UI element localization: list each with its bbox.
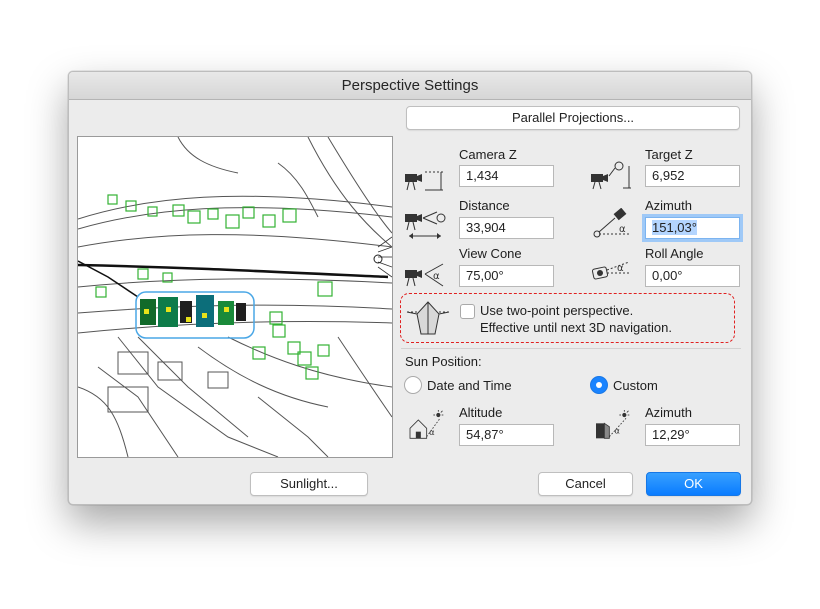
date-time-radio[interactable] <box>404 376 422 394</box>
roll-angle-field[interactable]: 0,00° <box>645 265 740 287</box>
svg-text:α: α <box>429 427 435 437</box>
altitude-field[interactable]: 54,87° <box>459 424 554 446</box>
sunlight-button[interactable]: Sunlight... <box>250 472 368 496</box>
sun-azimuth-label: Azimuth <box>645 405 692 420</box>
target-z-label: Target Z <box>645 147 693 162</box>
view-cone-field[interactable]: 75,00° <box>459 265 554 287</box>
roll-angle-icon: α <box>591 261 630 280</box>
sun-azimuth-icon: α <box>596 410 630 439</box>
distance-label: Distance <box>459 198 510 213</box>
svg-text:α: α <box>619 224 626 235</box>
custom-label[interactable]: Custom <box>613 378 658 393</box>
sun-altitude-icon: α <box>409 410 444 439</box>
azimuth-label: Azimuth <box>645 198 692 213</box>
parallel-projections-button[interactable]: Parallel Projections... <box>406 106 740 130</box>
view-cone-label: View Cone <box>459 246 522 261</box>
camera-z-field[interactable]: 1,434 <box>459 165 554 187</box>
target-height-icon <box>591 161 631 190</box>
camera-azimuth-icon: α <box>593 208 629 238</box>
roll-angle-label: Roll Angle <box>645 246 704 261</box>
altitude-label: Altitude <box>459 405 503 420</box>
azimuth-field[interactable]: 151,03° <box>645 217 740 239</box>
two-point-checkbox[interactable] <box>460 304 475 319</box>
plan-preview[interactable] <box>77 136 393 458</box>
svg-text:α: α <box>617 263 624 274</box>
two-point-note: Effective until next 3D navigation. <box>480 320 672 335</box>
divider <box>401 348 741 349</box>
ok-button[interactable]: OK <box>646 472 741 496</box>
svg-text:α: α <box>614 425 620 435</box>
distance-field[interactable]: 33,904 <box>459 217 554 239</box>
view-cone-icon: α <box>405 263 444 287</box>
sun-azimuth-field[interactable]: 12,29° <box>645 424 740 446</box>
custom-radio[interactable] <box>590 376 608 394</box>
azimuth-value: 151,03° <box>652 220 697 235</box>
date-time-label[interactable]: Date and Time <box>427 378 512 393</box>
target-z-field[interactable]: 6,952 <box>645 165 740 187</box>
two-point-perspective-icon <box>406 301 450 335</box>
two-point-label[interactable]: Use two-point perspective. <box>480 303 633 318</box>
site-plan-preview[interactable] <box>77 136 393 458</box>
sun-position-label: Sun Position: <box>405 354 482 369</box>
dialog-title: Perspective Settings <box>69 72 751 100</box>
camera-z-label: Camera Z <box>459 147 517 162</box>
camera-distance-icon <box>405 211 446 239</box>
svg-text:α: α <box>433 271 440 282</box>
cancel-button[interactable]: Cancel <box>538 472 633 496</box>
camera-height-icon <box>405 171 443 191</box>
perspective-settings-dialog: Perspective Settings Parallel Projection… <box>68 71 752 505</box>
